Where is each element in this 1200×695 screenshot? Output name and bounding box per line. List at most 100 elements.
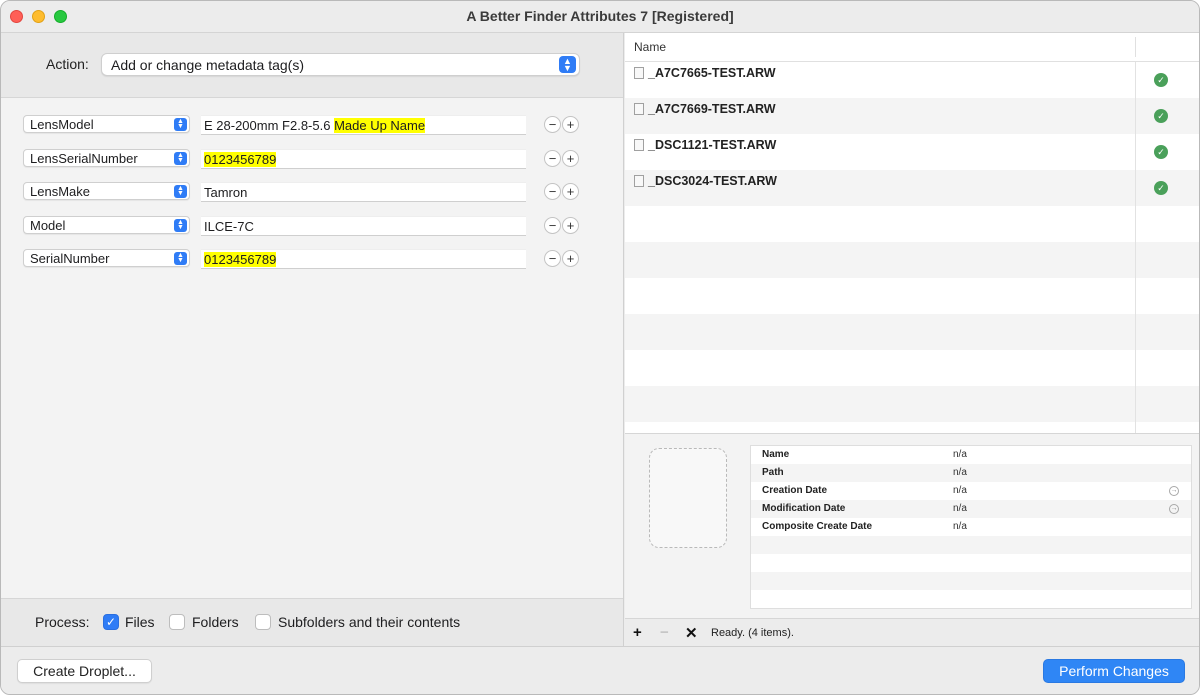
info-value: n/a [953,485,967,496]
subfolders-checkbox-label[interactable]: Subfolders and their contents [278,614,460,630]
add-tag-button[interactable]: + [562,183,579,200]
add-tag-button[interactable]: + [562,116,579,133]
clear-files-button[interactable]: ✕ [685,624,698,642]
tag-field-select[interactable]: Model ▲ ▼ [23,216,190,234]
right-pane: Name _A7C7665-TEST.ARW ✓ _A7C7669-TEST.A… [625,33,1199,646]
create-droplet-button[interactable]: Create Droplet... [17,659,152,683]
remove-files-button[interactable]: − [660,624,669,641]
tag-row: SerialNumber ▲ ▼ 0123456789 − + [1,249,623,271]
tag-value-text: ILCE-7C [204,219,254,234]
file-row[interactable]: _DSC1121-TEST.ARW ✓ [625,134,1199,170]
remove-tag-button[interactable]: − [544,116,561,133]
info-key: Path [762,467,784,478]
info-row-empty [751,572,1191,590]
action-select[interactable]: Add or change metadata tag(s) ▲ ▼ [101,53,580,76]
tag-row: LensSerialNumber ▲ ▼ 0123456789 − + [1,149,623,171]
file-name: _A7C7669-TEST.ARW [648,102,776,116]
app-window: A Better Finder Attributes 7 [Registered… [0,0,1200,695]
tag-value-input[interactable]: ILCE-7C [201,216,526,236]
empty-row [625,350,1199,386]
updown-chevron-icon: ▲ ▼ [559,56,576,73]
process-bar: Process: ✓ Files Folders Subfolders and … [1,598,623,646]
checkmark-circle-icon: ✓ [1154,109,1168,123]
file-list[interactable]: _A7C7665-TEST.ARW ✓ _A7C7669-TEST.ARW ✓ … [625,62,1199,433]
tag-value-highlight: 0123456789 [204,252,277,267]
add-tag-button[interactable]: + [562,217,579,234]
files-checkbox-label[interactable]: Files [125,614,155,630]
info-row-empty [751,554,1191,572]
folders-checkbox-label[interactable]: Folders [192,614,239,630]
column-divider[interactable] [1135,37,1136,57]
checkmark-circle-icon: ✓ [1154,73,1168,87]
tag-field-value: LensMake [30,184,90,199]
add-files-button[interactable]: + [633,624,642,641]
name-column-header[interactable]: Name [634,40,666,54]
info-key: Composite Create Date [762,521,873,532]
empty-row [625,278,1199,314]
info-key: Modification Date [762,503,846,514]
file-list-header: Name [625,33,1199,62]
go-arrow-icon[interactable]: → [1169,486,1179,496]
tag-field-select[interactable]: LensMake ▲ ▼ [23,182,190,200]
empty-row [625,386,1199,422]
subfolders-checkbox[interactable] [255,614,271,630]
info-area: Name n/a Path n/a Creation Date n/a → Mo… [625,433,1199,618]
checkmark-circle-icon: ✓ [1154,145,1168,159]
action-bar: Action: Add or change metadata tag(s) ▲ ▼ [1,33,623,98]
file-row[interactable]: _DSC3024-TEST.ARW ✓ [625,170,1199,206]
file-name: _DSC3024-TEST.ARW [648,174,777,188]
tag-field-select[interactable]: LensModel ▲ ▼ [23,115,190,133]
tag-field-value: SerialNumber [30,251,110,266]
remove-tag-button[interactable]: − [544,150,561,167]
go-arrow-icon[interactable]: → [1169,504,1179,514]
tag-field-value: Model [30,218,66,233]
tag-value-input[interactable]: E 28-200mm F2.8-5.6 Made Up Name [201,115,526,135]
checkmark-circle-icon: ✓ [1154,181,1168,195]
left-pane: Action: Add or change metadata tag(s) ▲ ▼… [1,33,624,646]
title-bar[interactable]: A Better Finder Attributes 7 [Registered… [1,1,1199,33]
add-tag-button[interactable]: + [562,250,579,267]
remove-tag-button[interactable]: − [544,217,561,234]
info-row: Name n/a [751,446,1191,464]
updown-chevron-icon: ▲ ▼ [174,185,187,198]
info-value: n/a [953,521,967,532]
tag-field-select[interactable]: SerialNumber ▲ ▼ [23,249,190,267]
empty-row [625,314,1199,350]
tag-row: LensModel ▲ ▼ E 28-200mm F2.8-5.6 Made Up… [1,115,623,137]
bottom-bar: Create Droplet... Perform Changes [1,646,1199,694]
status-column-divider [1135,62,1136,433]
action-label: Action: [46,56,89,72]
updown-chevron-icon: ▲ ▼ [174,152,187,165]
tag-value-highlight: 0123456789 [204,152,277,167]
process-label: Process: [35,614,90,630]
files-checkbox[interactable]: ✓ [103,614,119,630]
file-name: _DSC1121-TEST.ARW [648,138,777,152]
file-row[interactable]: _A7C7669-TEST.ARW ✓ [625,98,1199,134]
info-key: Creation Date [762,485,828,496]
tag-row: LensMake ▲ ▼ Tamron − + [1,182,623,204]
tag-value-text: Tamron [204,185,248,200]
tag-value-input[interactable]: 0123456789 [201,149,526,169]
file-row[interactable]: _A7C7665-TEST.ARW ✓ [625,62,1199,98]
tag-value-input[interactable]: Tamron [201,182,526,202]
info-table[interactable]: Name n/a Path n/a Creation Date n/a → Mo… [750,445,1192,609]
empty-row [625,242,1199,278]
action-selected-value: Add or change metadata tag(s) [111,57,305,73]
info-value: n/a [953,467,967,478]
tag-value-text: E 28-200mm F2.8-5.6 [204,118,335,133]
remove-tag-button[interactable]: − [544,183,561,200]
add-tag-button[interactable]: + [562,150,579,167]
updown-chevron-icon: ▲ ▼ [174,219,187,232]
tag-row: Model ▲ ▼ ILCE-7C − + [1,216,623,238]
remove-tag-button[interactable]: − [544,250,561,267]
info-row: Modification Date n/a → [751,500,1191,518]
info-row: Creation Date n/a → [751,482,1191,500]
folders-checkbox[interactable] [169,614,185,630]
tag-field-value: LensSerialNumber [30,151,138,166]
perform-changes-button[interactable]: Perform Changes [1043,659,1185,683]
document-icon [634,67,644,79]
document-icon [634,103,644,115]
tag-value-input[interactable]: 0123456789 [201,249,526,269]
tag-field-select[interactable]: LensSerialNumber ▲ ▼ [23,149,190,167]
info-row: Composite Create Date n/a [751,518,1191,536]
